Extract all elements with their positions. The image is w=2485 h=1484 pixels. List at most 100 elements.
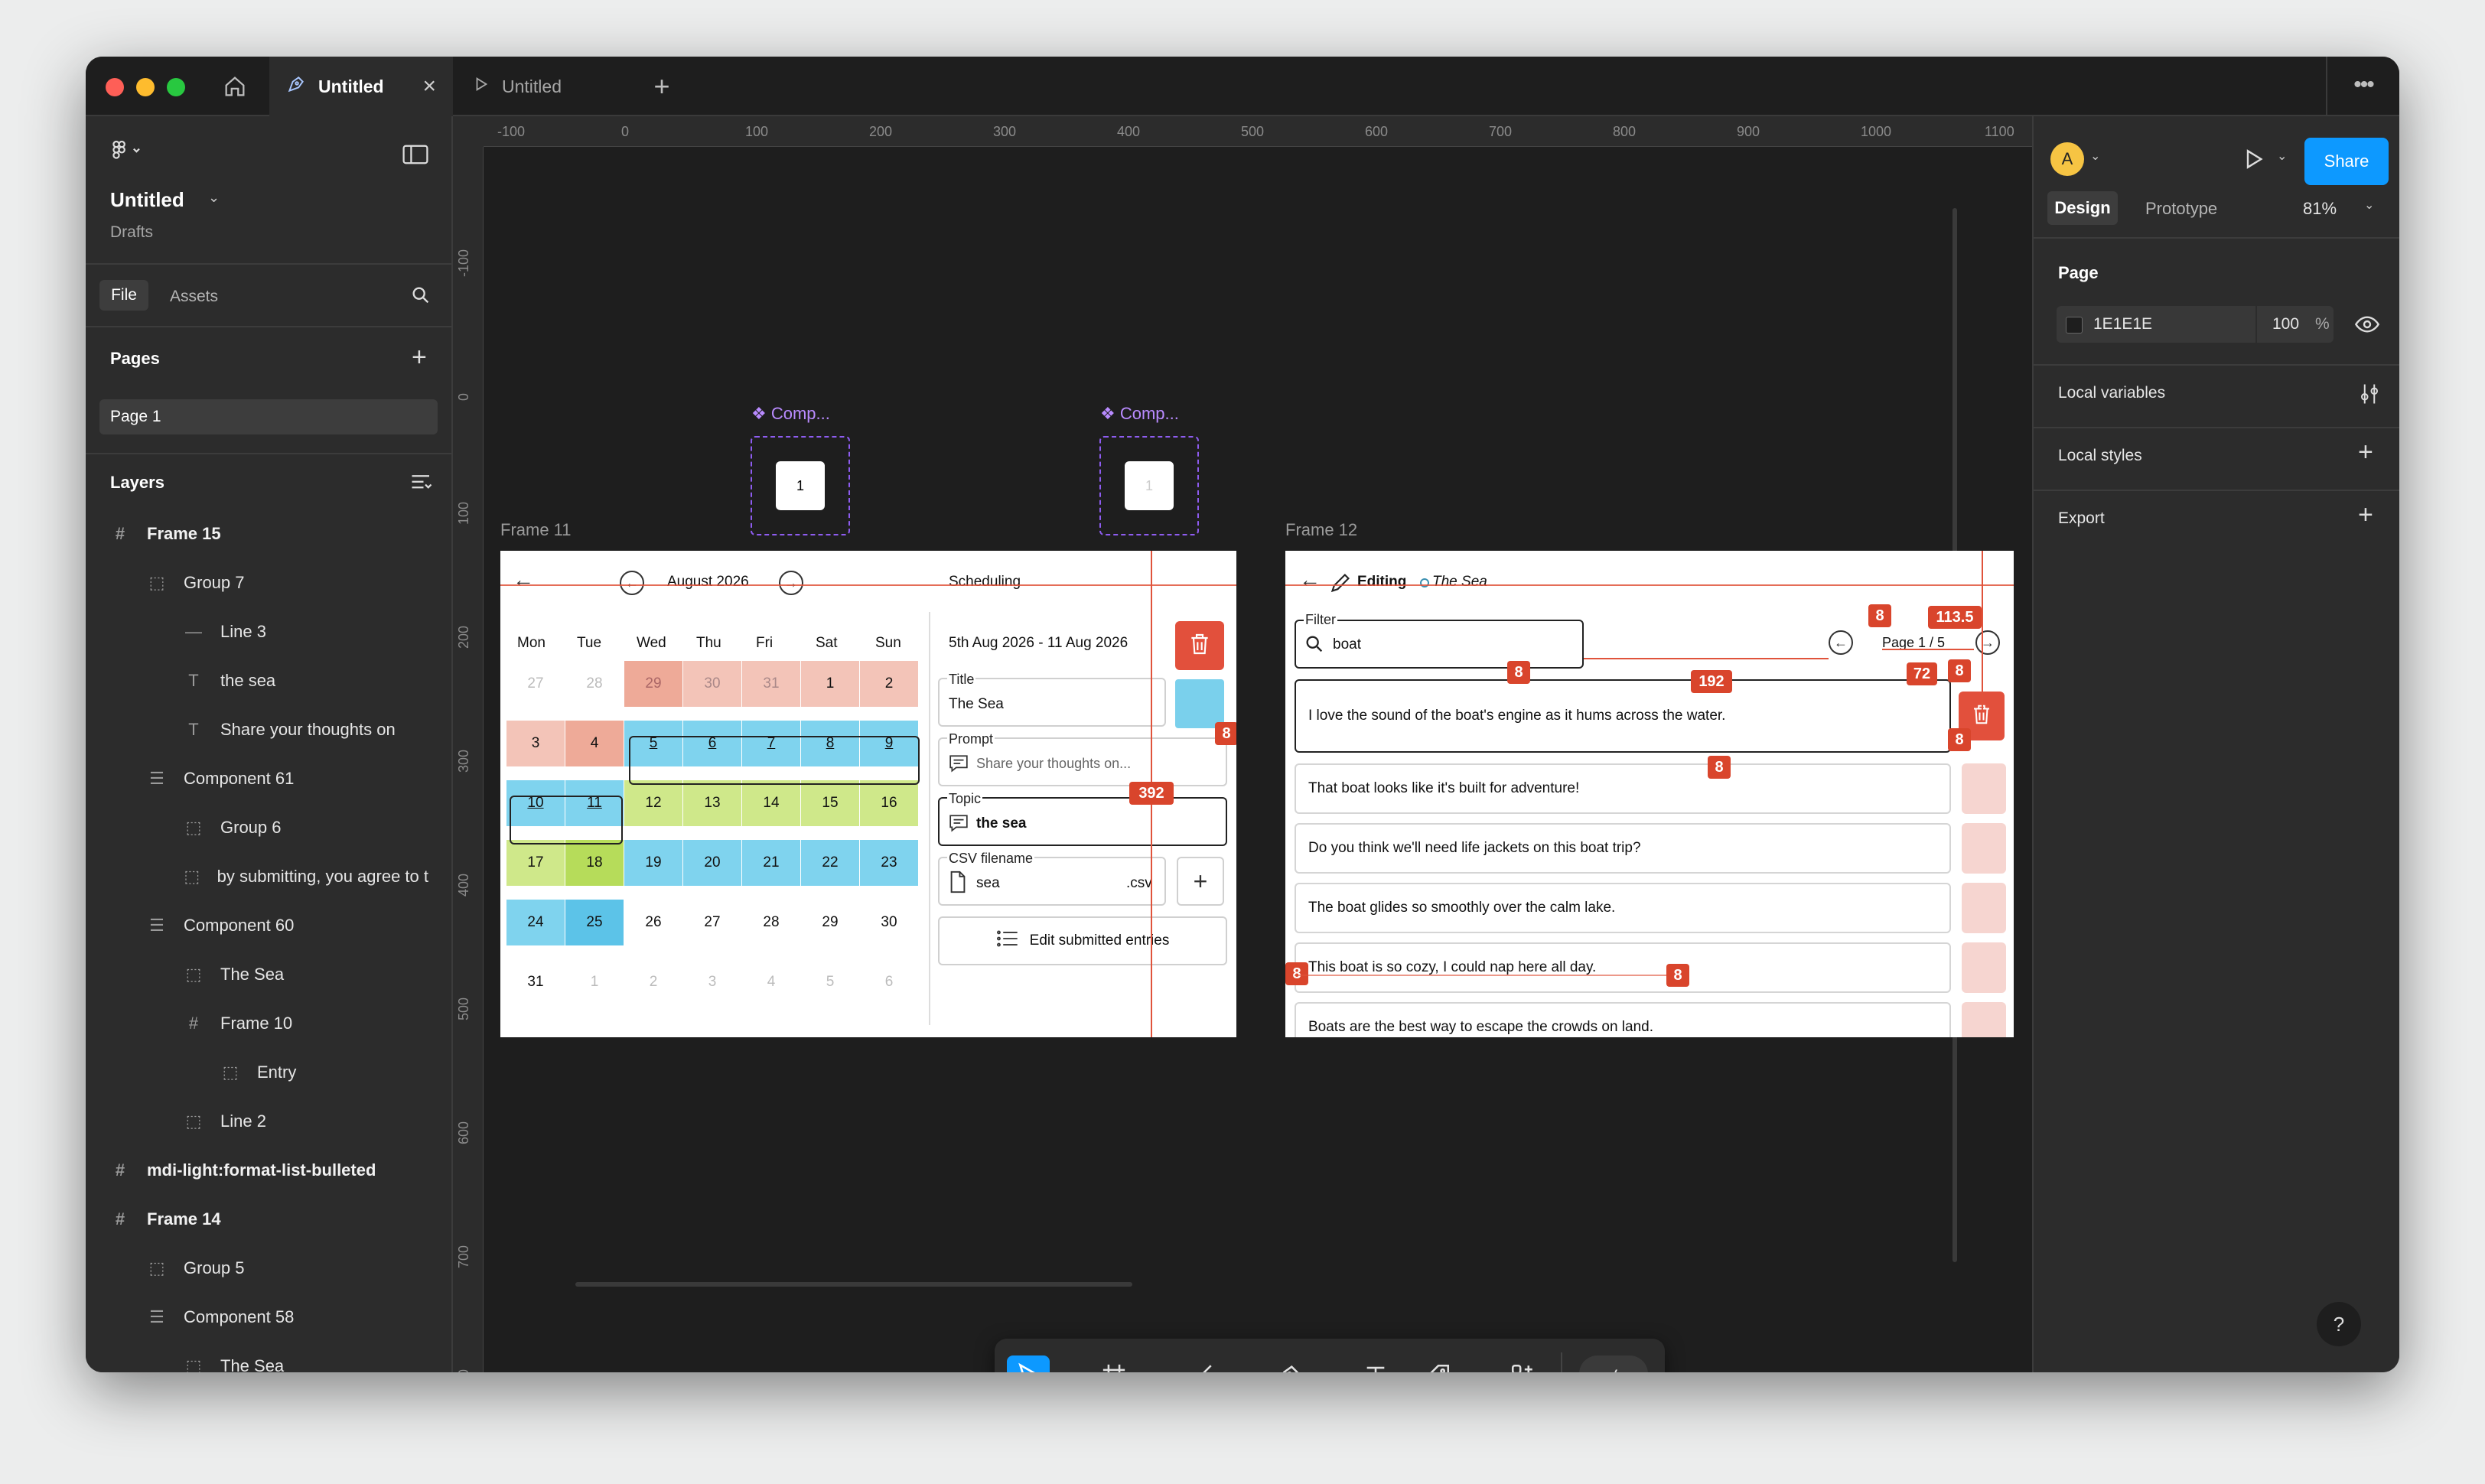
delete-entry-button-faded[interactable] <box>1962 883 2006 933</box>
layer-row[interactable]: ⬚ Entry <box>220 1048 428 1097</box>
tab-untitled-design[interactable]: Untitled × <box>269 57 453 116</box>
home-icon[interactable] <box>222 73 248 99</box>
present-play-icon[interactable] <box>2242 147 2266 175</box>
calendar-day[interactable]: 24 <box>506 900 565 945</box>
delete-entry-button-faded[interactable] <box>1962 823 2006 874</box>
share-button[interactable]: Share <box>2304 138 2389 185</box>
prev-month-icon[interactable]: ← <box>620 571 644 595</box>
calendar-day[interactable]: 31 <box>506 959 565 1005</box>
topic-field[interactable]: Topic the sea <box>938 791 1227 846</box>
calendar-day[interactable]: 22 <box>801 840 859 886</box>
actions-tool[interactable] <box>1501 1355 1544 1372</box>
layer-row[interactable]: ⬚ The Sea <box>184 1342 428 1372</box>
layer-row[interactable]: ⬚ The Sea <box>184 950 428 999</box>
delete-button[interactable] <box>1175 621 1224 670</box>
layer-row[interactable]: ⬚ by submitting, you agree to t <box>184 852 428 901</box>
calendar-day[interactable]: 15 <box>801 780 859 826</box>
entry-row[interactable]: This boat is so cozy, I could nap here a… <box>1295 942 1951 993</box>
calendar-day[interactable]: 14 <box>742 780 800 826</box>
calendar-day[interactable]: 18 <box>565 840 624 886</box>
entry-row[interactable]: Boats are the best way to escape the cro… <box>1295 1002 1951 1037</box>
calendar-day[interactable]: 25 <box>565 900 624 945</box>
local-variables[interactable]: Local variables <box>2058 384 2165 402</box>
delete-entry-button-faded[interactable] <box>1962 763 2006 814</box>
entry-row[interactable]: The boat glides so smoothly over the cal… <box>1295 883 1951 933</box>
canvas[interactable]: -100 0 100 200 300 400 500 600 700 800 900 1000 1100… <box>453 116 2032 1372</box>
frame-12-label[interactable]: Frame 12 <box>1285 520 1357 540</box>
entry-row-selected[interactable]: I love the sound of the boat's engine as… <box>1295 679 1951 753</box>
component-label[interactable]: ❖ Comp... <box>751 404 830 424</box>
calendar-day[interactable]: 31 <box>742 661 800 707</box>
search-icon[interactable] <box>410 285 432 310</box>
new-tab-icon[interactable]: + <box>649 73 675 100</box>
calendar-day[interactable]: 23 <box>860 840 918 886</box>
move-tool[interactable] <box>1007 1355 1050 1372</box>
layer-row[interactable]: # mdi-light:format-list-bulleted <box>110 1146 428 1195</box>
calendar-day[interactable]: 30 <box>860 900 918 945</box>
sidebar-toggle-icon[interactable] <box>402 144 428 169</box>
component-set[interactable]: 1 <box>751 436 850 535</box>
frame-11-label[interactable]: Frame 11 <box>500 520 572 540</box>
export-section[interactable]: Export <box>2058 509 2105 528</box>
layer-row[interactable]: # Frame 15 <box>110 509 428 558</box>
layer-row[interactable]: # Frame 10 <box>184 999 428 1048</box>
layers-list-icon[interactable] <box>410 473 433 496</box>
delete-entry-button-faded[interactable] <box>1962 942 2006 993</box>
calendar-day[interactable]: 26 <box>624 900 682 945</box>
calendar-day[interactable]: 17 <box>506 840 565 886</box>
layer-row[interactable]: # Frame 14 <box>110 1195 428 1244</box>
add-page-icon[interactable]: + <box>412 344 427 370</box>
calendar-day[interactable]: 30 <box>683 661 741 707</box>
close-tab-icon[interactable]: × <box>422 73 436 99</box>
layer-row[interactable]: ☰ Component 58 <box>147 1293 428 1342</box>
calendar-day[interactable]: 29 <box>624 661 682 707</box>
frame-12[interactable]: ← Editing The Sea Filter boat ← Page 1 /… <box>1285 551 2014 1037</box>
avatar[interactable]: A <box>2050 142 2084 176</box>
chevron-down-icon[interactable]: ⌄ <box>2090 148 2100 164</box>
number-tile[interactable]: 1 <box>776 461 825 510</box>
add-style-icon[interactable]: + <box>2358 439 2373 465</box>
layer-row[interactable]: — Line 3 <box>184 607 428 656</box>
prompt-field[interactable]: Prompt Share your thoughts on... <box>938 731 1227 786</box>
variables-icon[interactable] <box>2358 382 2381 409</box>
filter-field[interactable]: Filter boat <box>1295 612 1584 669</box>
chevron-down-icon[interactable]: ⌄ <box>1233 1366 1243 1372</box>
next-page-icon[interactable]: → <box>1975 630 2000 655</box>
calendar-day[interactable]: 21 <box>742 840 800 886</box>
calendar-day[interactable]: 2 <box>860 661 918 707</box>
chevron-down-icon[interactable]: ⌄ <box>208 190 220 206</box>
calendar-day[interactable]: 27 <box>683 900 741 945</box>
layer-row[interactable]: ⬚ Group 7 <box>147 558 428 607</box>
text-tool[interactable] <box>1354 1355 1397 1372</box>
chevron-down-icon[interactable]: ⌄ <box>1146 1366 1156 1372</box>
calendar-day[interactable]: 3 <box>506 721 565 766</box>
chevron-down-icon[interactable]: ⌄ <box>1467 1366 1477 1372</box>
page-color-field[interactable]: 1E1E1E 100 % <box>2057 306 2334 343</box>
pen-tool[interactable] <box>1267 1355 1310 1372</box>
tab-design[interactable]: Design <box>2047 191 2118 225</box>
frame-11[interactable]: ← ← August 2026 → Scheduling Mon Tue Wed Th… <box>500 551 1236 1037</box>
tab-file[interactable]: File <box>99 280 148 311</box>
entry-row[interactable]: That boat looks like it's built for adve… <box>1295 763 1951 814</box>
calendar-day[interactable]: 27 <box>506 661 565 707</box>
number-tile[interactable]: 1 <box>1125 461 1174 510</box>
chevron-down-icon[interactable]: ⌄ <box>1321 1366 1330 1372</box>
back-arrow-icon[interactable]: ← <box>1299 568 1321 592</box>
horizontal-scrollbar[interactable] <box>575 1282 1132 1287</box>
minimize-window-button[interactable] <box>136 78 155 96</box>
line-tool[interactable] <box>1180 1355 1223 1372</box>
comment-tool[interactable] <box>1417 1355 1460 1372</box>
figma-menu-icon[interactable] <box>112 139 148 166</box>
layer-row[interactable]: Tthe sea <box>184 656 428 705</box>
chevron-down-icon[interactable]: ⌄ <box>2277 148 2287 164</box>
tab-assets[interactable]: Assets <box>170 288 218 306</box>
calendar-day[interactable]: 16 <box>860 780 918 826</box>
color-swatch[interactable] <box>2066 317 2083 334</box>
layer-row[interactable]: ⬚ Group 5 <box>147 1244 428 1293</box>
zoom-window-button[interactable] <box>167 78 185 96</box>
edit-entries-button[interactable]: Edit submitted entries <box>938 916 1227 965</box>
calendar-day[interactable]: 20 <box>683 840 741 886</box>
csv-filename-field[interactable]: CSV filename sea .csv <box>938 851 1166 906</box>
tab-prototype[interactable]: Prototype <box>2145 199 2217 219</box>
calendar-day[interactable]: 12 <box>624 780 682 826</box>
